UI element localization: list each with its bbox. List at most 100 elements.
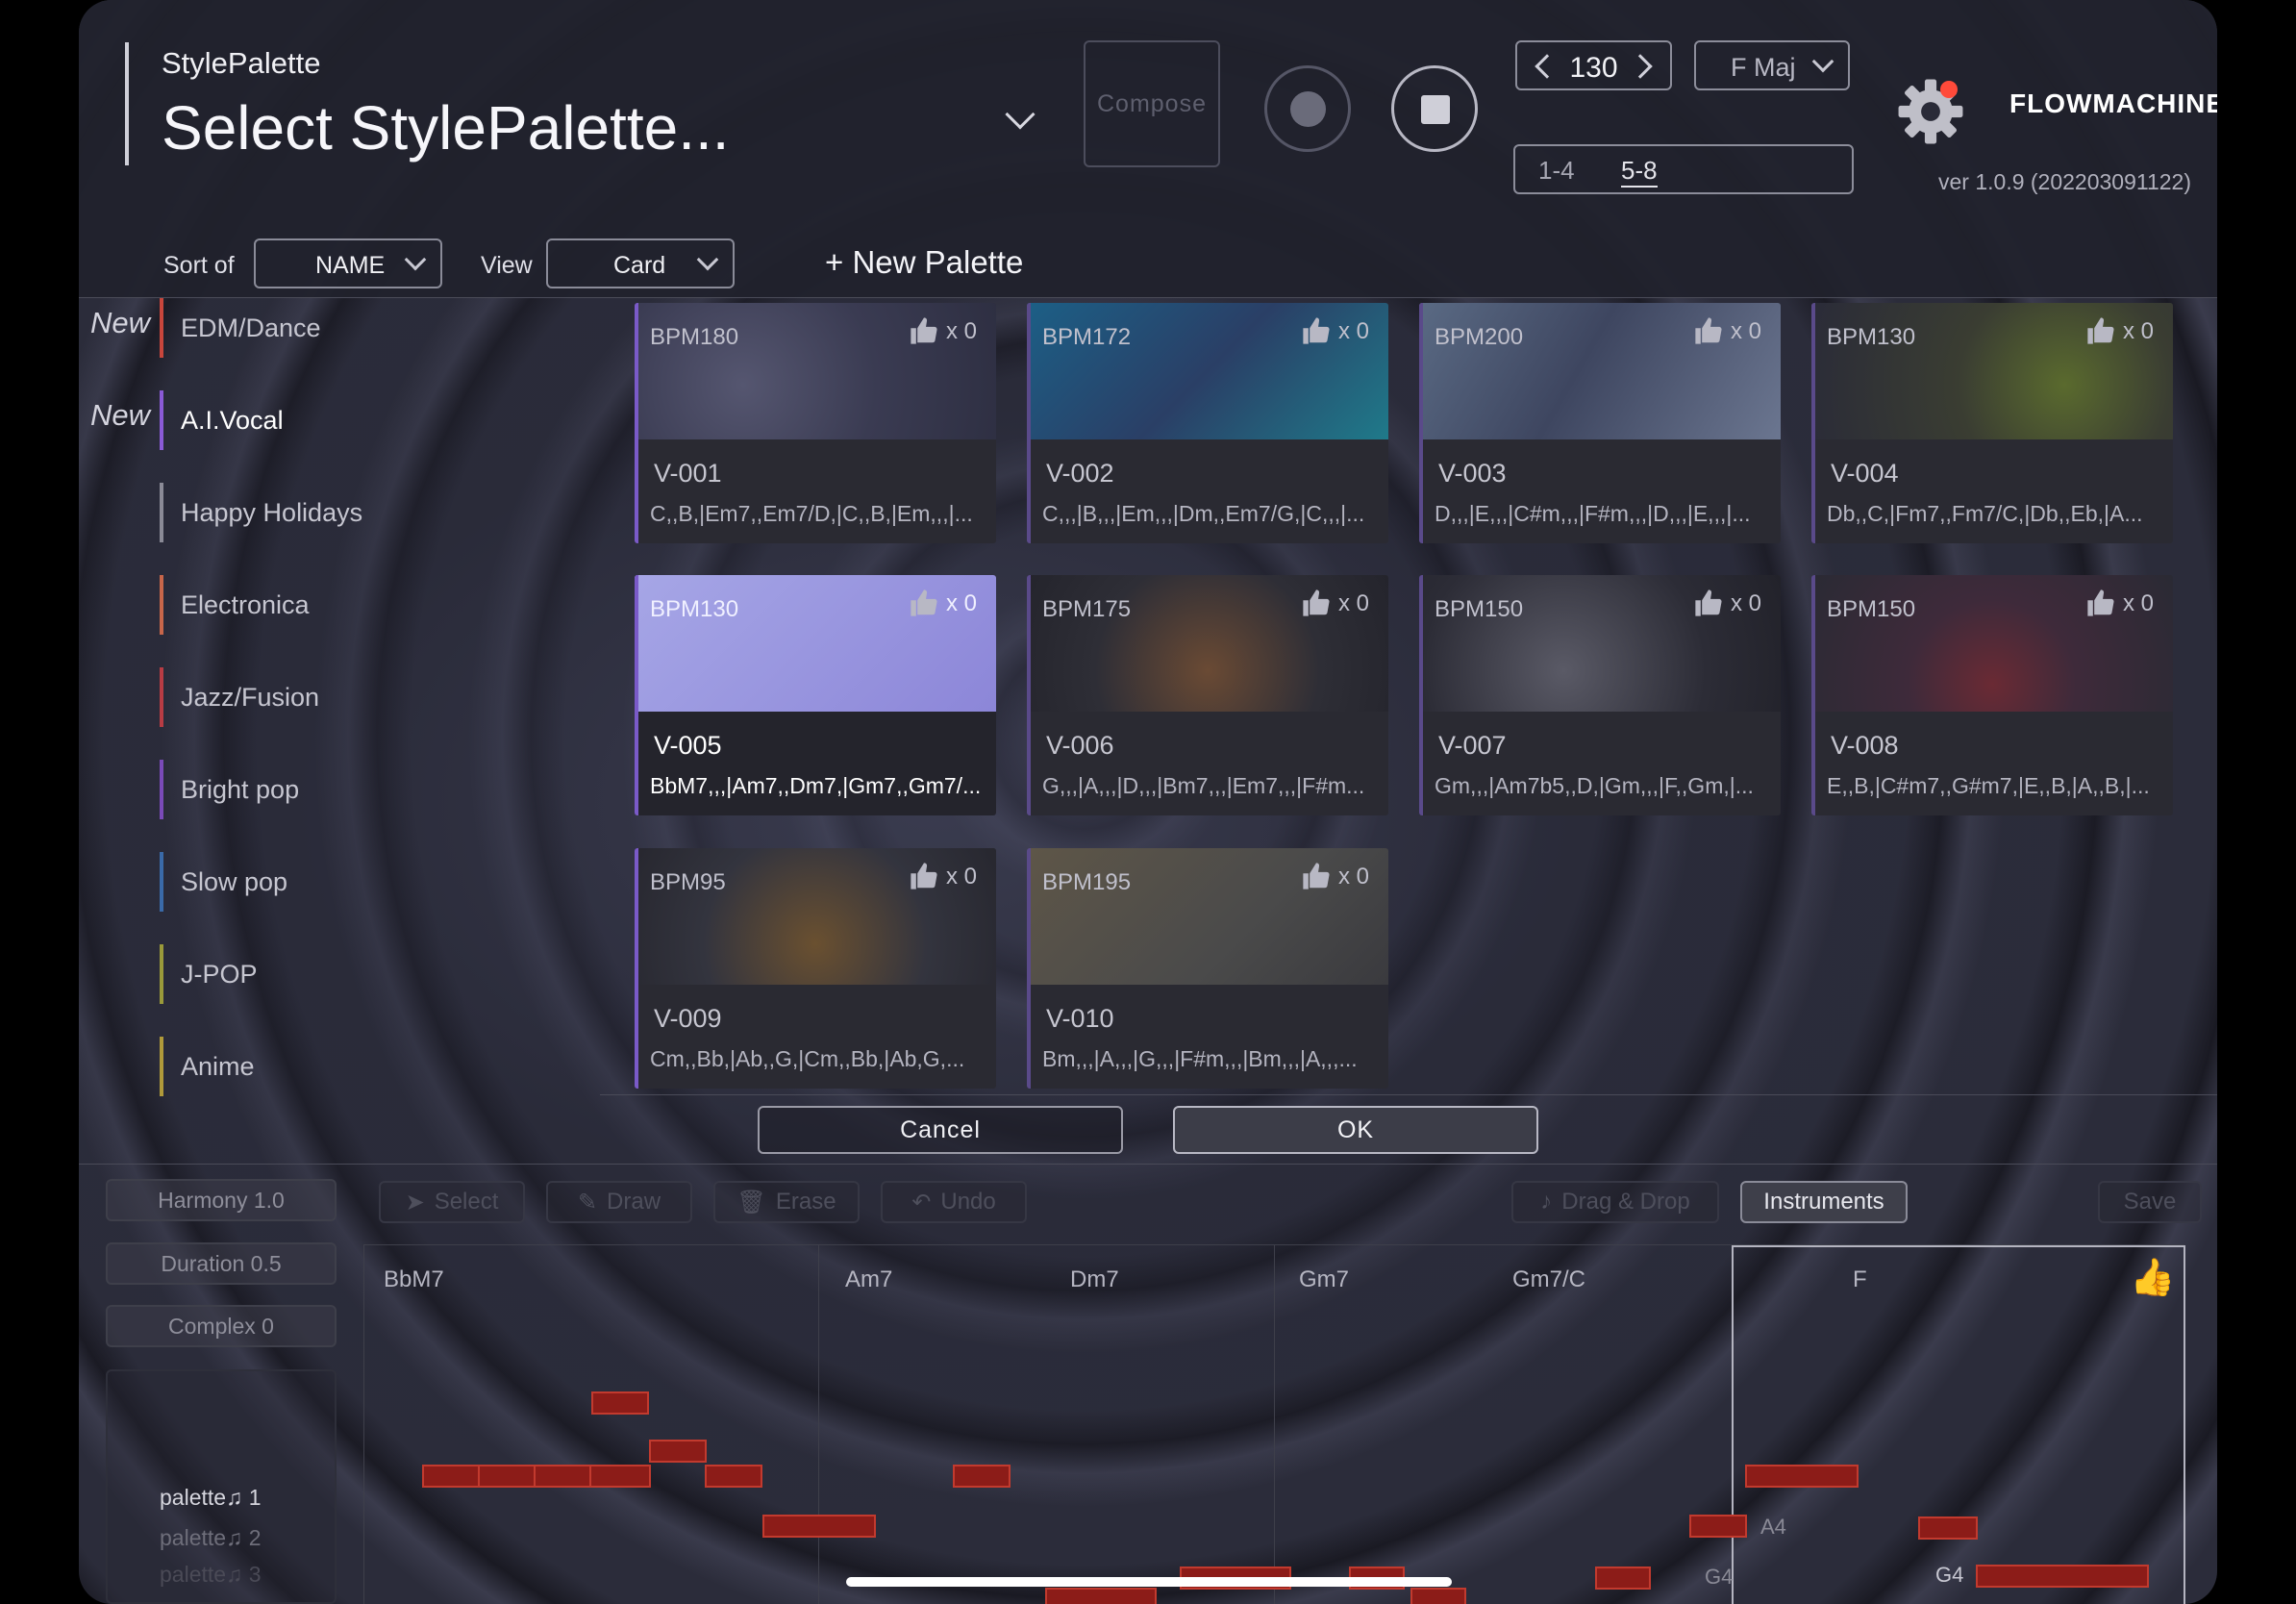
note[interactable] [422, 1465, 484, 1488]
category-color-bar [160, 1037, 163, 1096]
harmony-button[interactable]: Harmony 1.0 [106, 1179, 337, 1221]
card-accent-edge [635, 303, 638, 543]
tool-label: Draw [607, 1189, 661, 1215]
piano-roll[interactable]: BbM7 Am7 Dm7 Gm7 Gm7/C F 👍 A4 G4 G4 [363, 1244, 2185, 1604]
stop-button[interactable] [1391, 65, 1478, 152]
select-tool-button[interactable]: ➤ Select [379, 1181, 525, 1223]
palette-card[interactable]: BPM130 x 0 V-005 BbM7,,,|Am7,,Dm7,|Gm7,,Gm7… [635, 575, 996, 815]
brand-logo: FLOWMACHINES [2009, 88, 2217, 118]
palette-item[interactable]: palette♫ 3 [160, 1562, 262, 1588]
category-item[interactable]: New A.I.Vocal [79, 390, 598, 450]
chord-label: Gm7 [1299, 1266, 1350, 1292]
palette-item[interactable]: palette♫ 2 [160, 1525, 262, 1551]
key-select[interactable]: F Maj [1694, 40, 1850, 90]
note[interactable] [1595, 1566, 1651, 1590]
category-label: EDM/Dance [181, 313, 321, 342]
note[interactable] [953, 1465, 1011, 1488]
tool-label: Save [2123, 1189, 2177, 1215]
thumbs-up-icon[interactable] [1300, 316, 1333, 345]
sort-select[interactable]: NAME [254, 238, 442, 288]
compose-button[interactable]: Compose [1084, 40, 1220, 167]
bars-5-8-tab[interactable]: 5-8 [1621, 156, 1658, 188]
note[interactable] [1745, 1465, 1859, 1488]
drag-drop-button[interactable]: ♪ Drag & Drop [1511, 1181, 1719, 1223]
thumbs-up-icon[interactable] [908, 589, 940, 617]
card-like-count: x 0 [946, 318, 978, 344]
chord-label: Dm7 [1070, 1266, 1119, 1292]
card-bpm: BPM130 [650, 596, 739, 622]
palette-item[interactable]: palette♫ 1 [160, 1485, 262, 1511]
palette-title[interactable]: Select StylePalette... [162, 92, 730, 163]
note[interactable] [705, 1465, 762, 1488]
new-palette-button[interactable]: + New Palette [825, 244, 1023, 281]
category-item[interactable]: Slow pop [79, 852, 598, 912]
note[interactable] [1045, 1588, 1157, 1604]
chord-label: BbM7 [384, 1266, 444, 1292]
card-name: V-007 [1438, 731, 1507, 760]
note[interactable] [534, 1465, 595, 1488]
thumbs-up-icon[interactable] [1692, 316, 1725, 345]
view-value: Card [613, 252, 666, 279]
note[interactable] [1976, 1565, 2149, 1588]
cursor-icon: ➤ [405, 1189, 425, 1216]
category-item[interactable]: Jazz/Fusion [79, 667, 598, 727]
category-label: Happy Holidays [181, 498, 363, 527]
erase-tool-button[interactable]: 🗑 Erase [713, 1181, 860, 1223]
instruments-button[interactable]: Instruments [1740, 1181, 1908, 1223]
thumbs-up-icon[interactable] [1300, 589, 1333, 617]
view-select[interactable]: Card [546, 238, 735, 288]
thumbs-up-icon[interactable] [2084, 589, 2117, 617]
category-item[interactable]: Bright pop [79, 760, 598, 819]
palette-card[interactable]: BPM172 x 0 V-002 C,,,|B,,,|Em,,,|Dm,,Em7/G,… [1027, 303, 1388, 543]
pencil-icon: ✎ [577, 1189, 598, 1216]
draw-tool-button[interactable]: ✎ Draw [546, 1181, 692, 1223]
thumbs-up-icon[interactable]: 👍 [2130, 1257, 2175, 1299]
undo-button[interactable]: ↶ Undo [881, 1181, 1027, 1223]
palette-card[interactable]: BPM150 x 0 V-007 Gm,,,|Am7b5,,D,|Gm,,,|F,,G… [1419, 575, 1781, 815]
card-name: V-003 [1438, 459, 1507, 488]
note[interactable] [591, 1391, 649, 1415]
record-button[interactable] [1264, 65, 1351, 152]
duration-button[interactable]: Duration 0.5 [106, 1242, 337, 1285]
category-item[interactable]: Anime [79, 1037, 598, 1096]
category-item[interactable]: J-POP [79, 944, 598, 1004]
thumbs-up-icon[interactable] [908, 862, 940, 890]
note[interactable] [1918, 1516, 1978, 1540]
category-color-bar [160, 483, 163, 542]
chevron-down-icon [696, 248, 719, 271]
ok-button[interactable]: OK [1173, 1106, 1538, 1154]
card-accent-edge [1419, 575, 1423, 815]
card-chords: Db,,C,|Fm7,,Fm7/C,|Db,,Eb,|A... [1827, 501, 2143, 526]
palette-card[interactable]: BPM175 x 0 V-006 G,,,|A,,,|D,,,|Bm7,,,|Em7,… [1027, 575, 1388, 815]
palette-card[interactable]: BPM95 x 0 V-009 Cm,,Bb,|Ab,,G,|Cm,,Bb,|Ab,G… [635, 848, 996, 1089]
thumbs-up-icon[interactable] [1692, 589, 1725, 617]
thumbs-up-icon[interactable] [2084, 316, 2117, 345]
card-chords: Cm,,Bb,|Ab,,G,|Cm,,Bb,|Ab,G,... [650, 1046, 965, 1071]
note[interactable] [1689, 1515, 1747, 1538]
note[interactable] [589, 1465, 651, 1488]
chevron-down-icon [1811, 50, 1834, 73]
bars-1-4-tab[interactable]: 1-4 [1538, 156, 1575, 186]
category-item[interactable]: New EDM/Dance [79, 298, 598, 358]
save-button[interactable]: Save [2098, 1181, 2202, 1223]
thumbs-up-icon[interactable] [1300, 862, 1333, 890]
card-accent-edge [1419, 303, 1423, 543]
category-item[interactable]: Electronica [79, 575, 598, 635]
card-like-count: x 0 [946, 590, 978, 616]
note[interactable] [478, 1465, 539, 1488]
thumbs-up-icon[interactable] [908, 316, 940, 345]
palette-card[interactable]: BPM150 x 0 V-008 E,,B,|C#m7,,G#m7,|E,,B,|A,… [1811, 575, 2173, 815]
note[interactable] [762, 1515, 876, 1538]
palette-card[interactable]: BPM180 x 0 V-001 C,,B,|Em7,,Em7/D,|C,,B,|Em… [635, 303, 996, 543]
category-item[interactable]: Happy Holidays [79, 483, 598, 542]
complex-button[interactable]: Complex 0 [106, 1305, 337, 1347]
palette-dropdown-chevron-icon[interactable] [1002, 99, 1040, 138]
note[interactable] [1410, 1588, 1466, 1604]
note[interactable] [649, 1440, 707, 1463]
palette-card[interactable]: BPM130 x 0 V-004 Db,,C,|Fm7,,Fm7/C,|Db,,Eb,… [1811, 303, 2173, 543]
palette-card[interactable]: BPM195 x 0 V-010 Bm,,,|A,,,|G,,,|F#m,,,|Bm,… [1027, 848, 1388, 1089]
card-like-count: x 0 [2123, 318, 2155, 344]
palette-card[interactable]: BPM200 x 0 V-003 D,,,|E,,,|C#m,,,|F#m,,,|D,… [1419, 303, 1781, 543]
card-name: V-005 [654, 731, 722, 760]
cancel-button[interactable]: Cancel [758, 1106, 1123, 1154]
